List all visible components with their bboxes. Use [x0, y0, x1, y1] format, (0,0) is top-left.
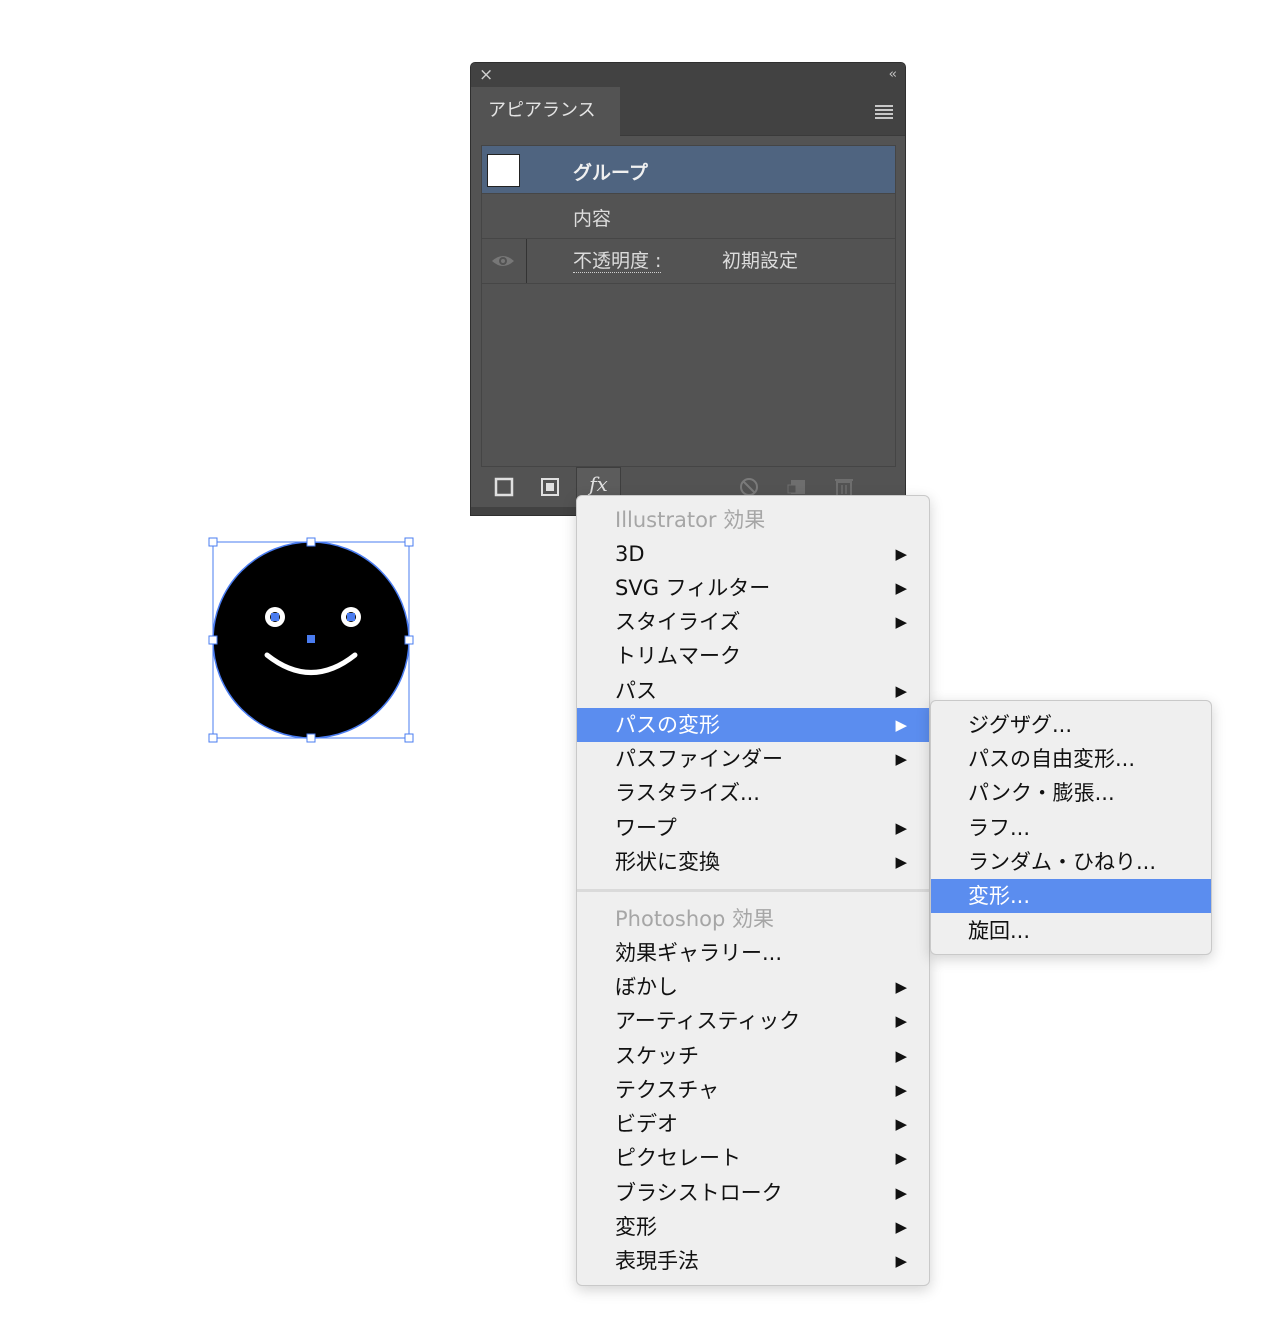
- panel-titlebar: × ‹‹: [471, 63, 905, 87]
- menu-item-convert-to-shape[interactable]: 形状に変換 ▶: [577, 845, 929, 879]
- menu-item-texture[interactable]: テクスチャ ▶: [577, 1073, 929, 1107]
- menu-item-pathfinder[interactable]: パスファインダー ▶: [577, 742, 929, 776]
- submenu-arrow-icon: ▶: [895, 545, 907, 563]
- submenu-arrow-icon: ▶: [895, 1218, 907, 1236]
- menu-item-effect-gallery[interactable]: 効果ギャラリー...: [577, 936, 929, 970]
- submenu-arrow-icon: ▶: [895, 682, 907, 700]
- menu-item-distort-transform[interactable]: パスの変形 ▶: [577, 708, 929, 742]
- submenu-arrow-icon: ▶: [895, 1184, 907, 1202]
- nose-anchor: [307, 635, 315, 643]
- submenu-item-roughen[interactable]: ラフ...: [931, 811, 1211, 845]
- menu-item-svg-filter[interactable]: SVG フィルター ▶: [577, 571, 929, 605]
- menu-item-stylize[interactable]: スタイライズ ▶: [577, 605, 929, 639]
- right-eye: [341, 607, 361, 627]
- submenu-arrow-icon: ▶: [895, 1047, 907, 1065]
- submenu-item-free-distort[interactable]: パスの自由変形...: [931, 742, 1211, 776]
- submenu-arrow-icon: ▶: [895, 1149, 907, 1167]
- appearance-row-content[interactable]: 内容: [482, 194, 895, 239]
- add-stroke-icon[interactable]: [492, 475, 516, 499]
- submenu-arrow-icon: ▶: [895, 750, 907, 768]
- left-eye: [265, 607, 285, 627]
- menu-item-video[interactable]: ビデオ ▶: [577, 1107, 929, 1141]
- effects-menu: Illustrator 効果 3D ▶ SVG フィルター ▶ スタイライズ ▶ トリ…: [576, 495, 930, 1286]
- appearance-row-opacity[interactable]: 不透明度 : 初期設定: [482, 239, 895, 284]
- visibility-eye-icon[interactable]: [490, 252, 516, 270]
- distort-transform-submenu: ジグザグ... パスの自由変形... パンク・膨張... ラフ... ランダム・…: [930, 700, 1212, 955]
- submenu-arrow-icon: ▶: [895, 1252, 907, 1270]
- menu-item-distort[interactable]: 変形 ▶: [577, 1210, 929, 1244]
- smiley-object[interactable]: [205, 534, 419, 748]
- submenu-item-twist[interactable]: 旋回...: [931, 914, 1211, 948]
- content-label: 内容: [573, 208, 612, 230]
- tab-appearance[interactable]: アピアランス: [471, 87, 620, 136]
- appearance-row-group[interactable]: グループ: [482, 146, 895, 194]
- submenu-arrow-icon: ▶: [895, 853, 907, 871]
- submenu-arrow-icon: ▶: [895, 613, 907, 631]
- appearance-panel: × ‹‹ アピアランス グループ 内容 不透明度 : 初期設定 fx: [470, 62, 906, 516]
- menu-item-blur[interactable]: ぼかし ▶: [577, 970, 929, 1004]
- menu-item-3d[interactable]: 3D ▶: [577, 537, 929, 571]
- submenu-item-transform[interactable]: 変形...: [931, 879, 1211, 913]
- submenu-arrow-icon: ▶: [895, 1012, 907, 1030]
- menu-item-trim-marks[interactable]: トリムマーク: [577, 639, 929, 673]
- appearance-list: グループ 内容 不透明度 : 初期設定: [481, 145, 896, 467]
- submenu-arrow-icon: ▶: [895, 819, 907, 837]
- collapse-icon[interactable]: ‹‹: [889, 64, 898, 86]
- submenu-arrow-icon: ▶: [895, 579, 907, 597]
- menu-item-stylize-ps[interactable]: 表現手法 ▶: [577, 1244, 929, 1278]
- menu-separator: [577, 889, 929, 892]
- submenu-item-pucker-bloat[interactable]: パンク・膨張...: [931, 776, 1211, 810]
- group-label: グループ: [573, 162, 648, 184]
- submenu-arrow-icon: ▶: [895, 978, 907, 996]
- menu-item-warp[interactable]: ワープ ▶: [577, 811, 929, 845]
- add-fill-icon[interactable]: [538, 475, 562, 499]
- panel-tabstrip: アピアランス: [471, 87, 905, 136]
- opacity-link[interactable]: 不透明度 :: [573, 250, 662, 273]
- menu-item-brush-strokes[interactable]: ブラシストローク ▶: [577, 1176, 929, 1210]
- menu-item-pixelate[interactable]: ピクセレート ▶: [577, 1141, 929, 1175]
- panel-menu-icon[interactable]: [875, 105, 893, 119]
- group-thumbnail: [487, 154, 520, 187]
- menu-item-rasterize[interactable]: ラスタライズ...: [577, 776, 929, 810]
- menu-item-artistic[interactable]: アーティスティック ▶: [577, 1004, 929, 1038]
- submenu-item-zig-zag[interactable]: ジグザグ...: [931, 708, 1211, 742]
- menu-item-sketch[interactable]: スケッチ ▶: [577, 1039, 929, 1073]
- menu-item-path[interactable]: パス ▶: [577, 674, 929, 708]
- close-icon[interactable]: ×: [479, 64, 493, 86]
- submenu-arrow-icon: ▶: [895, 1115, 907, 1133]
- submenu-item-tweak[interactable]: ランダム・ひねり...: [931, 845, 1211, 879]
- menu-header-photoshop-effects: Photoshop 効果: [615, 907, 775, 931]
- submenu-arrow-icon: ▶: [895, 716, 907, 734]
- opacity-value: 初期設定: [722, 250, 799, 272]
- row-divider: [526, 239, 527, 283]
- menu-header-illustrator-effects: Illustrator 効果: [615, 508, 766, 532]
- submenu-arrow-icon: ▶: [895, 1081, 907, 1099]
